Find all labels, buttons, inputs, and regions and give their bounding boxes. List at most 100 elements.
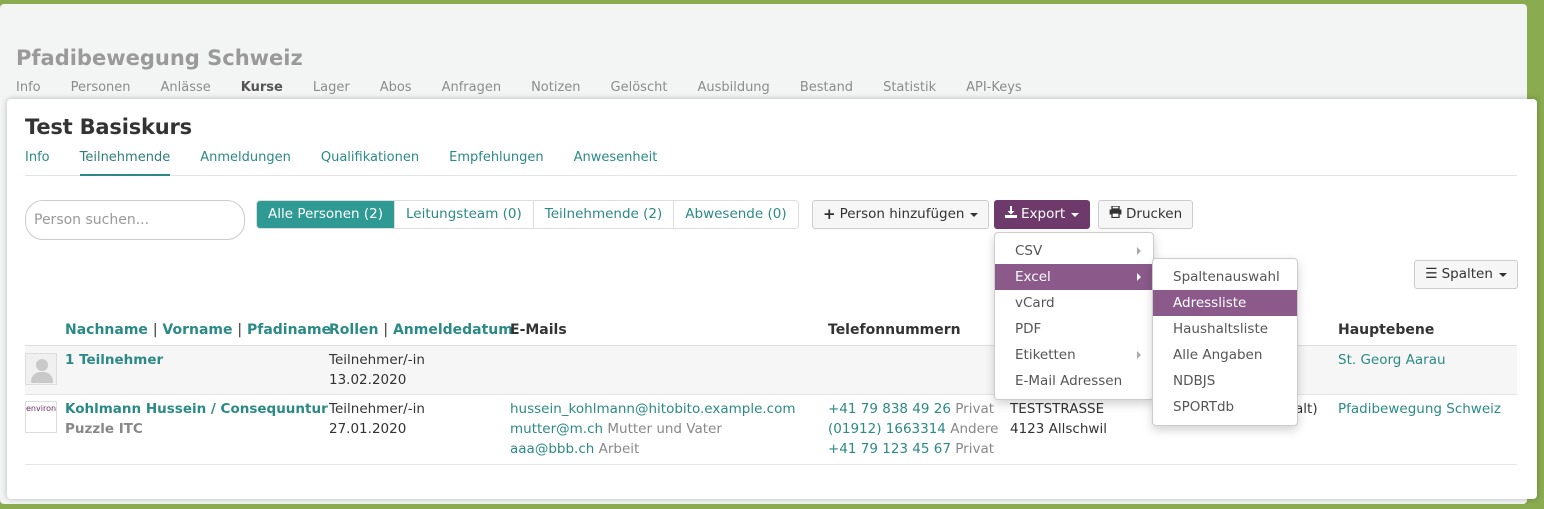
caret-down-icon [1071,212,1080,217]
tab-info[interactable]: Info [25,150,50,176]
list-icon: ☰ [1425,266,1438,282]
group-nav-anlaesse[interactable]: Anlässe [161,80,211,95]
excel-menu-spaltenauswahl[interactable]: Spaltenauswahl [1153,264,1297,290]
add-person-button[interactable]: + Person hinzufügen [812,200,990,229]
export-menu-email-addresses[interactable]: E-Mail Adressen [995,368,1153,394]
menu-item-label: Etiketten [1015,347,1076,363]
sort-nachname-link[interactable]: Nachname [65,322,148,338]
header-separator: | [237,322,243,338]
excel-menu-alle-angaben[interactable]: Alle Angaben [1153,342,1297,368]
excel-menu-sportdb[interactable]: SPORTdb [1153,394,1297,420]
print-button[interactable]: Drucken [1098,200,1194,229]
export-label: Export [1021,206,1066,222]
group-nav-api-keys[interactable]: API-Keys [966,80,1022,95]
phone-label: Privat [955,441,995,457]
excel-menu-haushaltsliste[interactable]: Haushaltsliste [1153,316,1297,342]
main-level-link[interactable]: St. Georg Aarau [1338,350,1446,370]
person-name-link[interactable]: Kohlmann Hussein / Consequuntur [65,399,328,419]
group-nav-notizen[interactable]: Notizen [531,80,580,95]
tab-teilnehmende[interactable]: Teilnehmende [79,150,171,176]
menu-item-label: Excel [1015,269,1051,285]
sort-pfadiname-link[interactable]: Pfadiname [247,322,331,338]
excel-submenu: Spaltenauswahl Adressliste Haushaltslist… [1152,258,1298,426]
filter-teilnehmende[interactable]: Teilnehmende (2) [533,201,675,228]
phone-line: +41 79 123 45 67 Privat [828,439,994,459]
phone-line: (01912) 1663314 Andere [828,419,998,439]
group-nav-geloescht[interactable]: Gelöscht [611,80,668,95]
group-nav-lager[interactable]: Lager [313,80,350,95]
caret-down-icon [1498,272,1507,277]
header-roles: Rollen | Anmeldedatum [329,322,513,338]
filter-all-persons[interactable]: Alle Personen (2) [257,201,395,228]
menu-item-label: PDF [1015,321,1042,337]
address-partial: alt) [1295,401,1318,417]
excel-menu-ndbjs[interactable]: NDBJS [1153,368,1297,394]
person-name-link[interactable]: 1 Teilnehmer [65,350,163,370]
group-nav-personen[interactable]: Personen [71,80,131,95]
email-line: mutter@m.ch Mutter und Vater [510,419,722,439]
sort-rollen-link[interactable]: Rollen [329,322,378,338]
export-menu-vcard[interactable]: vCard [995,290,1153,316]
tab-empfehlungen[interactable]: Empfehlungen [449,150,544,176]
printer-icon [1109,201,1122,228]
filter-leitungsteam[interactable]: Leitungsteam (0) [394,201,534,228]
group-nav-abos[interactable]: Abos [380,80,412,95]
phone-label: Andere [950,421,999,437]
phone-line: +41 79 838 49 26 Privat [828,399,994,419]
export-menu-excel[interactable]: Excel [995,264,1153,290]
export-menu-etiketten[interactable]: Etiketten [995,342,1153,368]
address-street: TESTSTRASSE [1010,401,1105,417]
columns-label: Spalten [1441,266,1493,282]
export-dropdown-menu: CSV Excel vCard PDF Etiketten E-Mail Adr… [994,232,1154,400]
sort-vorname-link[interactable]: Vorname [162,322,232,338]
phone-link[interactable]: (01912) 1663314 [828,421,946,437]
email-line: hussein_kohlmann@hitobito.example.com [510,399,796,419]
tab-anmeldungen[interactable]: Anmeldungen [200,150,291,176]
download-icon [1005,201,1017,228]
header-name: Nachname | Vorname | Pfadiname [65,322,331,338]
header-emails: E-Mails [510,322,567,338]
person-date: 27.01.2020 [329,421,407,437]
email-link[interactable]: aaa@bbb.ch [510,441,594,457]
group-nav-bestand[interactable]: Bestand [800,80,853,95]
avatar [25,353,57,385]
group-nav-anfragen[interactable]: Anfragen [442,80,502,95]
company-logo: environ [25,401,57,433]
add-person-label: Person hinzufügen [839,206,965,222]
caret-down-icon [970,212,979,217]
excel-menu-adressliste[interactable]: Adressliste [1153,290,1297,316]
menu-item-label: CSV [1015,243,1043,259]
group-title: Pfadibewegung Schweiz [16,46,303,70]
course-title: Test Basiskurs [25,115,192,139]
header-separator: | [383,322,389,338]
person-search-input[interactable] [25,200,245,240]
phone-link[interactable]: +41 79 123 45 67 [828,441,951,457]
email-link[interactable]: hussein_kohlmann@hitobito.example.com [510,401,796,417]
main-level-link[interactable]: Pfadibewegung Schweiz [1338,399,1501,419]
logo-text: environ [26,404,57,413]
sort-anmeldedatum-link[interactable]: Anmeldedatum [393,322,513,338]
course-card: Test Basiskurs Info Teilnehmende Anmeldu… [7,99,1537,499]
filter-abwesende[interactable]: Abwesende (0) [674,201,798,228]
email-label: Arbeit [598,441,640,457]
group-nav-kurse[interactable]: Kurse [241,80,283,95]
columns-button[interactable]: ☰ Spalten [1414,260,1518,289]
email-link[interactable]: mutter@m.ch [510,421,603,437]
chevron-right-icon [1137,273,1141,281]
tab-anwesenheit[interactable]: Anwesenheit [574,150,658,176]
header-separator: | [152,322,158,338]
tab-qualifikationen[interactable]: Qualifikationen [321,150,419,176]
email-line: aaa@bbb.ch Arbeit [510,439,639,459]
course-tabs: Info Teilnehmende Anmeldungen Qualifikat… [25,150,1517,176]
person-date: 13.02.2020 [329,372,407,388]
group-nav-statistik[interactable]: Statistik [883,80,936,95]
phone-link[interactable]: +41 79 838 49 26 [828,401,951,417]
export-menu-csv[interactable]: CSV [995,238,1153,264]
group-nav-ausbildung[interactable]: Ausbildung [697,80,769,95]
export-button[interactable]: Export [994,200,1091,229]
header-main-level: Hauptebene [1338,322,1435,338]
export-menu-pdf[interactable]: PDF [995,316,1153,342]
email-label: Mutter und Vater [607,421,722,437]
plus-icon: + [823,205,836,223]
group-nav-info[interactable]: Info [16,80,41,95]
